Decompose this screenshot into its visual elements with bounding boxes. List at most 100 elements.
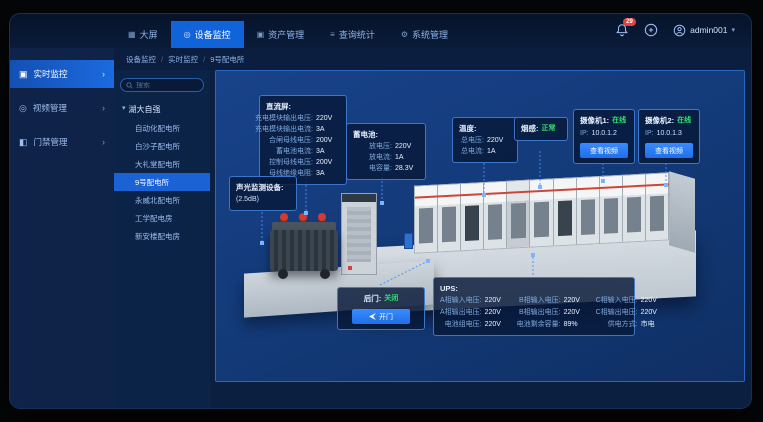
metric-label: B相输入电压: bbox=[519, 295, 561, 306]
chevron-right-icon: › bbox=[102, 103, 105, 113]
open-door-button[interactable]: 开门 bbox=[352, 309, 410, 324]
wheel bbox=[320, 269, 330, 279]
ip-label: IP: bbox=[580, 128, 589, 139]
tree-item[interactable]: 白沙子配电所 bbox=[120, 137, 204, 155]
metric-value: 220V bbox=[641, 295, 665, 306]
notification-badge: 29 bbox=[623, 18, 636, 26]
status-badge: 正常 bbox=[542, 123, 556, 135]
sound-level-value: (2.5dB) bbox=[236, 194, 290, 205]
bushing bbox=[299, 213, 307, 221]
tab-dashboard[interactable]: ▦ 大屏 bbox=[115, 21, 171, 48]
metric-label: 蓄电池电流: bbox=[276, 146, 313, 157]
metric-value: 200V bbox=[316, 135, 340, 146]
panel-title: 蓄电池: bbox=[353, 129, 419, 140]
sidebar-item-door-access[interactable]: ◧ 门禁管理 › bbox=[10, 128, 114, 156]
metric-label: C相输入电压: bbox=[596, 295, 638, 306]
metric-value: 220V bbox=[487, 135, 511, 146]
breadcrumb: 设备监控 / 实时监控 / 9号配电所 bbox=[114, 48, 751, 70]
tree-expand-icon: ▾ bbox=[122, 104, 126, 115]
nav-tabs: ▦ 大屏 ◎ 设备监控 ▣ 资产管理 ≡ 查询统计 ⚙ 系统管理 bbox=[115, 21, 461, 48]
metric-label: 总电压: bbox=[461, 135, 484, 146]
sidebar-item-label: 视频管理 bbox=[33, 102, 67, 114]
dashboard-icon: ▦ bbox=[128, 30, 136, 39]
metric-label: 放电流: bbox=[369, 152, 392, 163]
dc-screen-panel: 直流屏: 充电模块输出电压:220V 充电模块输出电流:3A 合闸母线电压:20… bbox=[259, 95, 347, 185]
metric-label: 电池组电压: bbox=[445, 319, 482, 330]
ups-metrics-grid: A相输入电压:220V B相输入电压:220V C相输入电压:220V A相输出… bbox=[440, 295, 628, 330]
ups-panel: UPS: A相输入电压:220V B相输入电压:220V C相输入电压:220V… bbox=[433, 277, 635, 336]
cabinet-lamp bbox=[348, 266, 352, 270]
sidebar-item-label: 门禁管理 bbox=[34, 136, 68, 148]
metric-label: 充电模块输出电流: bbox=[255, 124, 313, 135]
ip-value: 10.0.1.3 bbox=[657, 128, 682, 139]
search-input[interactable] bbox=[136, 82, 198, 89]
breadcrumb-separator: / bbox=[161, 55, 163, 64]
metric-value: 1A bbox=[487, 146, 511, 157]
breadcrumb-item: 9号配电所 bbox=[210, 54, 244, 65]
door-panel: 后门: 关闭 开门 bbox=[337, 287, 425, 330]
status-badge: 在线 bbox=[612, 115, 626, 127]
metric-label: A相输出电压: bbox=[440, 307, 482, 318]
switchgear-row bbox=[414, 172, 670, 253]
wheel bbox=[278, 269, 288, 279]
metric-value: 220V bbox=[641, 307, 665, 318]
tree-root-label: 湖大自强 bbox=[129, 104, 161, 115]
metric-label: 电容量: bbox=[369, 163, 392, 174]
metric-label: 放电压: bbox=[369, 141, 392, 152]
tree-item[interactable]: 永威北配电所 bbox=[120, 191, 204, 209]
metric-label: 控制母线电压: bbox=[269, 157, 313, 168]
metric-value: 220V bbox=[316, 113, 340, 124]
control-cabinet bbox=[341, 193, 377, 275]
ip-value: 10.0.1.2 bbox=[592, 128, 617, 139]
substation-tree-panel: ▾ 湖大自强 自动化配电所 白沙子配电所 大礼堂配电所 9号配电所 永威北配电所… bbox=[114, 70, 210, 408]
nav-right-actions: 29 admin001 ▾ bbox=[615, 23, 735, 37]
tab-system-settings[interactable]: ⚙ 系统管理 bbox=[388, 21, 461, 48]
tree-item[interactable]: 大礼堂配电所 bbox=[120, 155, 204, 173]
notification-bell-icon[interactable]: 29 bbox=[615, 23, 629, 37]
panel-title: 声光监测设备: bbox=[236, 182, 290, 193]
video-icon: ◎ bbox=[19, 103, 27, 114]
switchgear-side-face bbox=[669, 171, 695, 252]
metric-value: 89% bbox=[564, 319, 588, 330]
tab-assets[interactable]: ▣ 资产管理 bbox=[244, 21, 318, 48]
stats-icon: ≡ bbox=[330, 30, 335, 39]
battery-panel: 蓄电池: 放电压:220V 放电流:1A 电容量:28.3V bbox=[346, 123, 426, 180]
user-menu[interactable]: admin001 ▾ bbox=[673, 24, 735, 37]
fullscreen-icon[interactable] bbox=[644, 23, 658, 37]
top-navigation: ▦ 大屏 ◎ 设备监控 ▣ 资产管理 ≡ 查询统计 ⚙ 系统管理 bbox=[10, 14, 751, 48]
metric-value: 3A bbox=[316, 168, 340, 179]
metric-label: 供电方式: bbox=[608, 319, 638, 330]
tab-device-monitor[interactable]: ◎ 设备监控 bbox=[171, 21, 244, 48]
tab-query-stats[interactable]: ≡ 查询统计 bbox=[317, 21, 388, 48]
metric-value: 220V bbox=[485, 319, 509, 330]
tree-item[interactable]: 工学配电房 bbox=[120, 209, 204, 227]
sidebar-item-realtime-monitor[interactable]: ▣ 实时监控 › bbox=[10, 60, 114, 88]
sound-monitor-panel: 声光监测设备: (2.5dB) bbox=[229, 176, 297, 211]
chevron-right-icon: › bbox=[102, 69, 105, 79]
view-video-button[interactable]: 查看视频 bbox=[580, 143, 628, 158]
transformer-body bbox=[270, 230, 338, 271]
breadcrumb-item[interactable]: 实时监控 bbox=[168, 54, 198, 65]
sidebar-item-label: 实时监控 bbox=[34, 68, 68, 80]
search-icon bbox=[126, 82, 133, 89]
sidebar-item-video-manage[interactable]: ◎ 视频管理 › bbox=[10, 94, 114, 122]
camera1-panel: 摄像机1: 在线 IP: 10.0.1.2 查看视频 bbox=[573, 109, 635, 164]
metric-label: 合闸母线电压: bbox=[269, 135, 313, 146]
metric-label: B相输出电压: bbox=[519, 307, 561, 318]
door-access-icon: ◧ bbox=[19, 137, 28, 148]
sidebar: ▣ 实时监控 › ◎ 视频管理 › ◧ 门禁管理 › bbox=[10, 48, 114, 408]
tree-item-selected[interactable]: 9号配电所 bbox=[114, 173, 210, 191]
metric-value: 220V bbox=[564, 307, 588, 318]
bushing bbox=[280, 213, 288, 221]
view-video-button[interactable]: 查看视频 bbox=[645, 143, 693, 158]
metric-value: 220V bbox=[395, 141, 419, 152]
breadcrumb-item[interactable]: 设备监控 bbox=[126, 54, 156, 65]
metric-value: 3A bbox=[316, 124, 340, 135]
tree-item[interactable]: 自动化配电所 bbox=[120, 119, 204, 137]
ip-label: IP: bbox=[645, 128, 654, 139]
avatar-icon bbox=[673, 24, 686, 37]
tree-item[interactable]: 新安楼配电房 bbox=[120, 227, 204, 245]
tree-root-node[interactable]: ▾ 湖大自强 bbox=[122, 104, 204, 115]
metric-value: 220V bbox=[485, 307, 509, 318]
metric-label: C相输出电压: bbox=[596, 307, 638, 318]
